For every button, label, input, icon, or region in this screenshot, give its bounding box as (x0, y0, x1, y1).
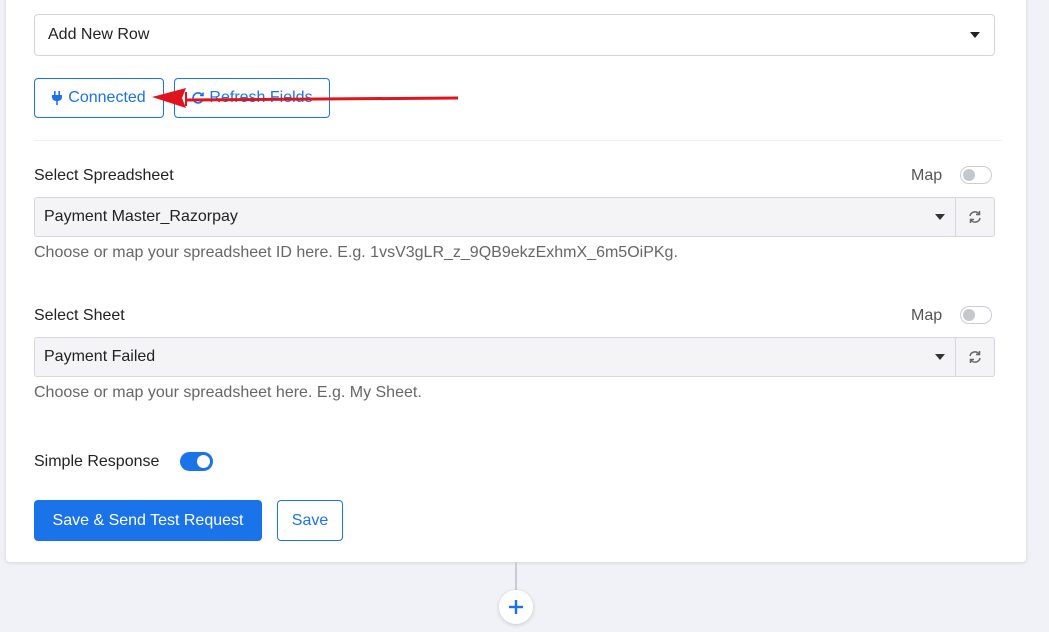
sheet-value: Payment Failed (44, 348, 156, 365)
sheet-help-text: Choose or map your spreadsheet here. E.g… (34, 384, 422, 401)
connected-label: Connected (68, 89, 146, 106)
plus-icon (509, 600, 523, 614)
toggle-knob (963, 309, 975, 321)
caret-down-icon (935, 354, 945, 360)
spreadsheet-select[interactable]: Payment Master_Razorpay (34, 197, 956, 237)
simple-response-label: Simple Response (34, 453, 160, 470)
sheet-map-label: Map (911, 307, 943, 324)
step-connector (515, 562, 517, 590)
toggle-knob (197, 455, 210, 468)
annotation-arrow-icon (152, 88, 459, 108)
sync-icon (969, 351, 981, 363)
spreadsheet-map-toggle[interactable] (960, 166, 992, 184)
caret-down-icon (935, 214, 945, 220)
simple-response-toggle[interactable] (180, 452, 213, 471)
spreadsheet-value: Payment Master_Razorpay (44, 208, 238, 225)
caret-down-icon (970, 32, 980, 38)
add-step-button[interactable] (499, 590, 533, 624)
spreadsheet-help-text: Choose or map your spreadsheet ID here. … (34, 244, 678, 261)
action-event-value: Add New Row (48, 26, 150, 43)
sync-icon (969, 211, 981, 223)
save-send-test-button[interactable]: Save & Send Test Request (34, 500, 262, 541)
section-divider (34, 140, 1002, 141)
sheet-map-toggle[interactable] (960, 306, 992, 324)
spreadsheet-reload-button[interactable] (956, 197, 995, 237)
save-button[interactable]: Save (277, 500, 343, 541)
spreadsheet-map-label: Map (911, 167, 943, 184)
sheet-label: Select Sheet (34, 307, 125, 324)
plug-icon (52, 91, 63, 105)
sheet-select[interactable]: Payment Failed (34, 337, 956, 377)
action-event-select[interactable]: Add New Row (34, 14, 995, 56)
toggle-knob (963, 169, 975, 181)
sheet-reload-button[interactable] (956, 337, 995, 377)
spreadsheet-label: Select Spreadsheet (34, 167, 174, 184)
